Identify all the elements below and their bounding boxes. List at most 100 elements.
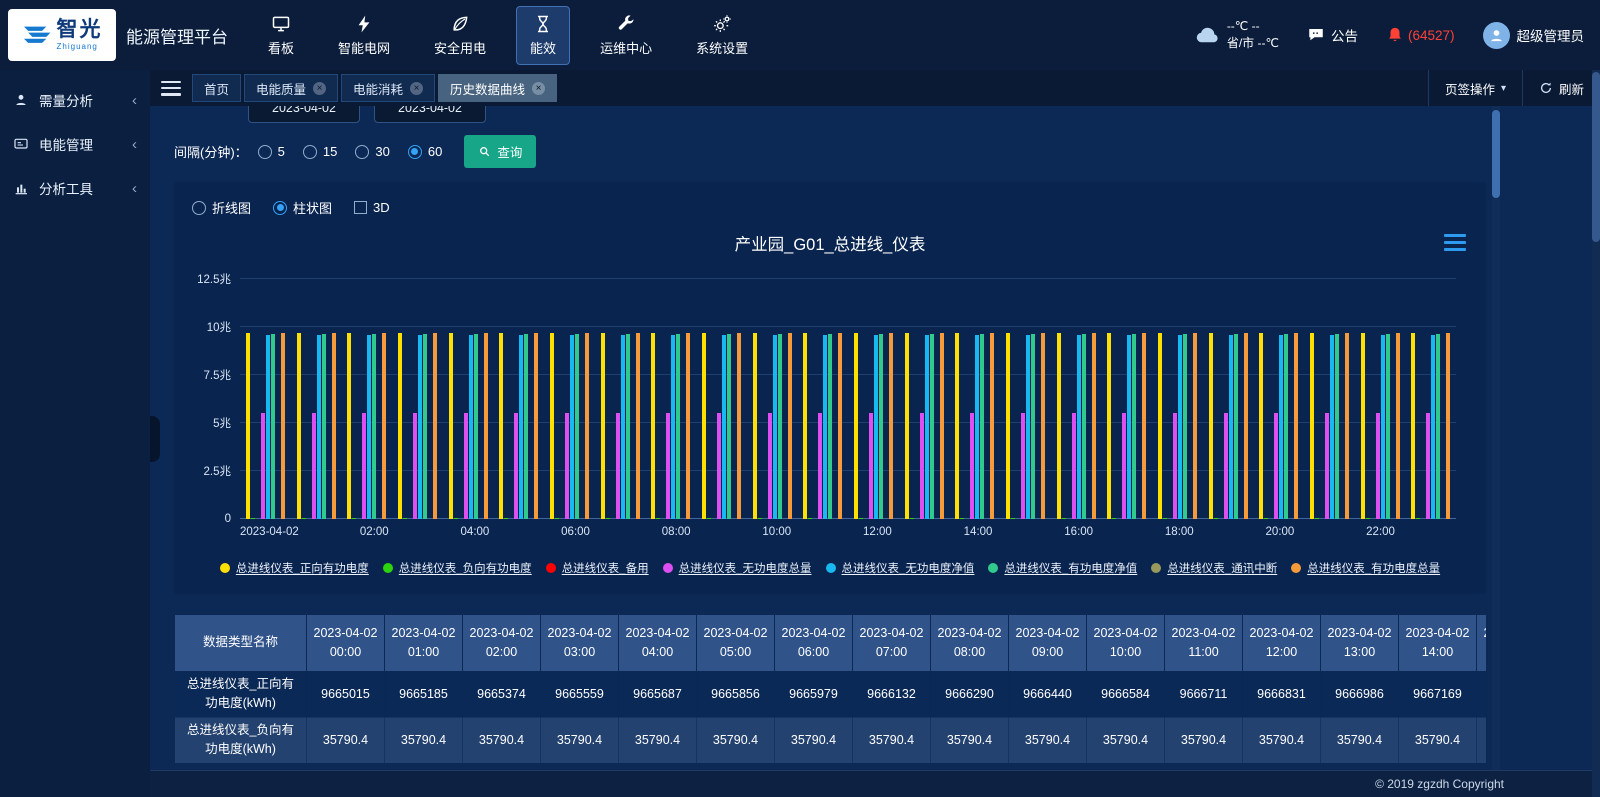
chart-type-option-bar[interactable]: 柱状图 (273, 198, 332, 217)
bar[interactable] (686, 333, 690, 519)
nav-item-ops-center[interactable]: 运维中心 (586, 6, 666, 65)
bar[interactable] (332, 333, 336, 519)
bar[interactable] (1158, 333, 1162, 519)
bar[interactable] (960, 518, 964, 519)
bar[interactable] (1072, 413, 1076, 519)
bar[interactable] (550, 333, 554, 519)
bar[interactable] (1011, 518, 1015, 519)
bar[interactable] (266, 335, 270, 519)
bar[interactable] (955, 333, 959, 519)
bar[interactable] (524, 334, 528, 519)
bar[interactable] (980, 334, 984, 519)
bar[interactable] (1426, 413, 1430, 519)
bar[interactable] (413, 413, 417, 519)
bar[interactable] (484, 333, 488, 519)
interval-option-60[interactable]: 60 (408, 144, 442, 159)
bar[interactable] (1411, 333, 1415, 519)
bar[interactable] (499, 333, 503, 519)
legend-item[interactable]: 总进线仪表_有功电度净值 (988, 560, 1137, 576)
nav-item-kanban[interactable]: 看板 (254, 6, 308, 65)
bar[interactable] (1107, 333, 1111, 519)
page-scrollbar[interactable] (1592, 70, 1600, 797)
bar[interactable] (818, 413, 822, 519)
bar[interactable] (1325, 413, 1329, 519)
bar[interactable] (297, 333, 301, 519)
start-date-input[interactable]: 2023-04-02 (248, 106, 360, 123)
nav-item-system-settings[interactable]: 系统设置 (682, 6, 762, 65)
bar[interactable] (1193, 333, 1197, 519)
bar[interactable] (534, 333, 538, 519)
bar[interactable] (1436, 334, 1440, 519)
bar[interactable] (246, 333, 250, 519)
bar[interactable] (1315, 518, 1319, 519)
bar[interactable] (1274, 413, 1278, 519)
query-button[interactable]: 查询 (464, 135, 536, 168)
sidebar-collapse-handle[interactable] (150, 416, 160, 462)
bar[interactable] (626, 334, 630, 519)
bar[interactable] (753, 333, 757, 519)
bar[interactable] (990, 333, 994, 519)
tab-energy-consumption[interactable]: 电能消耗× (341, 74, 435, 102)
bar[interactable] (504, 518, 508, 519)
bar[interactable] (808, 518, 812, 519)
nav-item-energy-efficiency[interactable]: 能效 (516, 6, 570, 65)
bar[interactable] (1006, 333, 1010, 519)
bar[interactable] (1173, 413, 1177, 519)
bar[interactable] (1092, 333, 1096, 519)
bar[interactable] (869, 413, 873, 519)
bar[interactable] (879, 334, 883, 519)
bar[interactable] (1077, 335, 1081, 519)
bar[interactable] (1446, 333, 1450, 519)
bar[interactable] (803, 333, 807, 519)
bar[interactable] (859, 518, 863, 519)
bar[interactable] (651, 333, 655, 519)
bar[interactable] (666, 413, 670, 519)
bar[interactable] (418, 335, 422, 519)
bar[interactable] (702, 333, 706, 519)
legend-item[interactable]: 总进线仪表_无功电度净值 (826, 560, 975, 576)
alarm-button[interactable]: (64527) (1386, 26, 1455, 44)
bar[interactable] (565, 413, 569, 519)
bar[interactable] (606, 518, 610, 519)
bar[interactable] (1310, 333, 1314, 519)
bar[interactable] (717, 413, 721, 519)
bar[interactable] (758, 518, 762, 519)
bar[interactable] (1214, 518, 1218, 519)
bar[interactable] (271, 334, 275, 519)
legend-item[interactable]: 总进线仪表_有功电度总量 (1291, 560, 1440, 576)
bar[interactable] (671, 335, 675, 519)
bar[interactable] (1112, 518, 1116, 519)
legend-item[interactable]: 总进线仪表_备用 (546, 560, 649, 576)
bar[interactable] (372, 334, 376, 519)
bar[interactable] (514, 413, 518, 519)
bar[interactable] (1366, 518, 1370, 519)
bar[interactable] (1431, 335, 1435, 519)
bar[interactable] (828, 334, 832, 519)
sidebar-item-demand-analysis[interactable]: 需量分析‹ (0, 78, 150, 122)
bar[interactable] (621, 335, 625, 519)
bar[interactable] (570, 335, 574, 519)
bar[interactable] (1234, 334, 1238, 519)
bar[interactable] (519, 335, 523, 519)
bar[interactable] (454, 518, 458, 519)
bar[interactable] (1062, 518, 1066, 519)
bar[interactable] (1330, 335, 1334, 519)
end-date-input[interactable]: 2023-04-02 (374, 106, 486, 123)
bar[interactable] (433, 333, 437, 519)
tab-close-icon[interactable]: × (532, 82, 545, 95)
bar[interactable] (1229, 335, 1233, 519)
bar[interactable] (251, 518, 255, 519)
bar[interactable] (676, 334, 680, 519)
bar[interactable] (656, 518, 660, 519)
content-scrollbar-thumb[interactable] (1492, 110, 1500, 198)
bar[interactable] (398, 333, 402, 519)
bar[interactable] (1224, 413, 1228, 519)
bar[interactable] (1183, 334, 1187, 519)
legend-item[interactable]: 总进线仪表_正向有功电度 (220, 560, 369, 576)
legend-item[interactable]: 总进线仪表_通讯中断 (1151, 560, 1277, 576)
bar[interactable] (1279, 335, 1283, 519)
bar[interactable] (975, 335, 979, 519)
nav-item-safe-power[interactable]: 安全用电 (420, 6, 500, 65)
bar[interactable] (347, 333, 351, 519)
bar[interactable] (788, 333, 792, 519)
